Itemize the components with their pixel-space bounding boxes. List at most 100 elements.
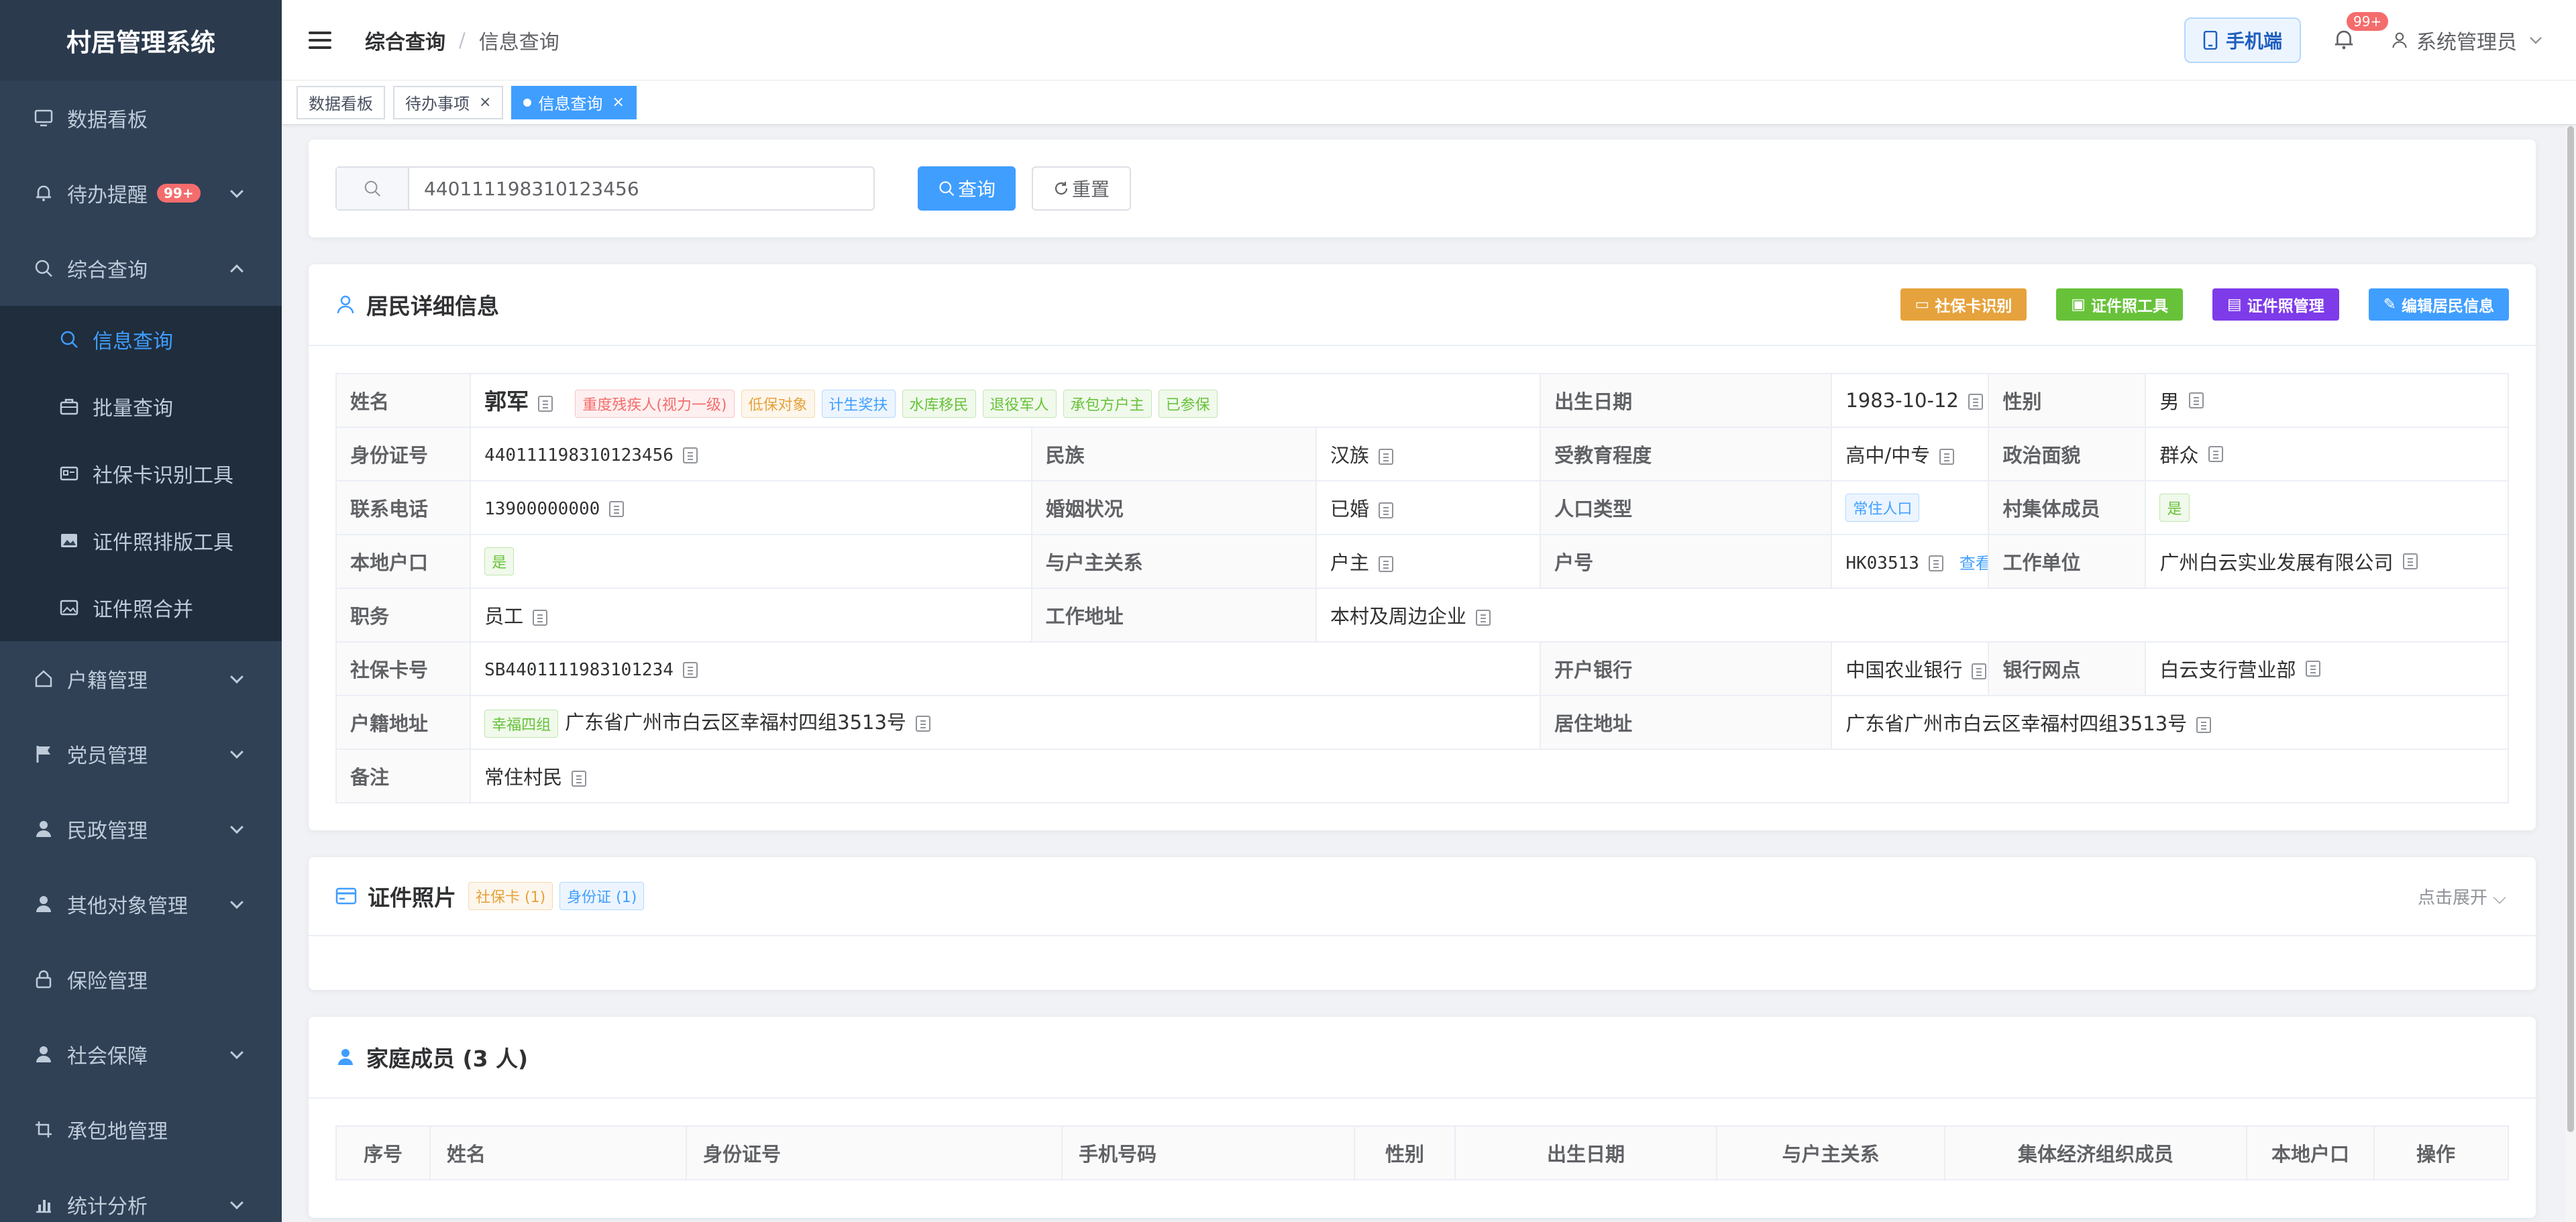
crop-icon	[32, 1118, 55, 1141]
copy-icon[interactable]	[533, 610, 548, 626]
copy-icon[interactable]	[572, 771, 587, 787]
value-employer: 广州白云实业发展有限公司	[2159, 551, 2394, 574]
label-birth: 出生日期	[1540, 373, 1833, 428]
mobile-button[interactable]: 手机端	[2184, 17, 2301, 63]
sidebar-item-sscard-tool[interactable]: 社保卡识别工具	[0, 440, 282, 507]
sidebar-item-todo[interactable]: 待办提醒 99+	[0, 156, 282, 231]
label-regaddr: 户籍地址	[335, 695, 472, 750]
sidebar-item-photo-merge[interactable]: 证件照合并	[0, 574, 282, 641]
edit-icon: ✎	[2383, 296, 2396, 313]
column-header: 与户主关系	[1717, 1127, 1945, 1179]
query-button[interactable]: 查询	[918, 166, 1016, 211]
phone-icon	[2203, 31, 2218, 50]
sidebar-item-insurance[interactable]: 保险管理	[0, 942, 282, 1017]
tag-reservoir-migrant: 水库移民	[902, 389, 976, 418]
value-edu-cell: 高中/中专	[1831, 427, 1990, 482]
value-relation-cell: 户主	[1315, 534, 1542, 589]
user-menu[interactable]: 系统管理员	[2391, 25, 2542, 55]
chevron-down-icon	[2529, 36, 2542, 45]
copy-icon[interactable]	[2196, 717, 2212, 733]
sidebar-item-photo-layout[interactable]: 证件照排版工具	[0, 507, 282, 574]
chevron-up-icon	[230, 264, 244, 278]
sidebar-item-household[interactable]: 户籍管理	[0, 641, 282, 716]
hamburger-icon[interactable]	[309, 31, 331, 49]
sidebar-item-label: 信息查询	[93, 330, 173, 353]
close-icon[interactable]: ×	[612, 94, 624, 111]
value-phone: 13900000000	[484, 499, 600, 519]
value-marital: 已婚	[1330, 498, 1369, 520]
user-icon	[32, 893, 55, 915]
copy-icon[interactable]	[1939, 449, 1955, 465]
gender-cell: 性别男	[1988, 373, 2509, 428]
search-input[interactable]: 440111198310123456	[335, 166, 875, 211]
resident-info: 姓名 郭军 重度残疾人(视力一级) 低保对象 计生奖扶 水库移民 退役军人 承包方户主 已参…	[309, 346, 2536, 830]
close-icon[interactable]: ×	[479, 94, 491, 111]
resident-card-title: 居民详细信息	[366, 293, 499, 319]
political-cell: 政治面貌 群众	[1988, 427, 2509, 482]
tag-veteran: 退役军人	[982, 389, 1057, 418]
value-political: 群众	[2159, 444, 2199, 467]
vertical-scrollbar[interactable]	[2565, 126, 2576, 1222]
household-detail-link[interactable]: 查看户详情	[1960, 554, 1988, 573]
sscard-recognize-button[interactable]: ▭ 社保卡识别	[1900, 288, 2027, 321]
value-collective-cell: 是	[2146, 482, 2196, 533]
chevron-down-icon	[230, 820, 244, 834]
sidebar-item-land[interactable]: 承包地管理	[0, 1092, 282, 1167]
label-household: 户号	[1540, 534, 1833, 589]
copy-icon[interactable]	[1475, 610, 1491, 626]
copy-icon[interactable]	[1968, 394, 1983, 410]
value-resaddr: 广东省广州市白云区幸福村四组3513号	[1845, 712, 2188, 735]
sidebar-item-stats[interactable]: 统计分析	[0, 1167, 282, 1222]
user-icon	[32, 818, 55, 840]
copy-icon[interactable]	[2305, 661, 2320, 677]
search-input-value[interactable]: 440111198310123456	[409, 168, 873, 209]
copy-icon[interactable]	[1972, 663, 1987, 679]
sidebar-item-others[interactable]: 其他对象管理	[0, 867, 282, 942]
copy-icon[interactable]	[2402, 553, 2418, 569]
tab-dashboard[interactable]: 数据看板	[297, 85, 385, 119]
sidebar-item-dashboard[interactable]: 数据看板	[0, 80, 282, 156]
employer-cell: 工作单位 广州白云实业发展有限公司	[1988, 534, 2509, 589]
copy-icon[interactable]	[1378, 556, 1393, 572]
value-employer-cell: 广州白云实业发展有限公司	[2146, 536, 2418, 587]
bell-icon	[32, 182, 55, 205]
photo-manage-button[interactable]: ▤ 证件照管理	[2212, 288, 2339, 321]
copy-icon[interactable]	[538, 395, 553, 412]
picture-icon	[58, 596, 80, 619]
tab-todo[interactable]: 待办事项 ×	[393, 85, 504, 119]
user-icon	[335, 294, 356, 315]
scrollbar-thumb[interactable]	[2567, 126, 2574, 1132]
copy-icon[interactable]	[682, 447, 698, 463]
breadcrumb-parent[interactable]: 综合查询	[365, 25, 445, 55]
family-card-title: 家庭成员 (3 人)	[366, 1046, 529, 1072]
copy-icon[interactable]	[2188, 392, 2204, 408]
copy-icon[interactable]	[915, 716, 930, 732]
copy-icon[interactable]	[682, 662, 698, 678]
copy-icon[interactable]	[1378, 449, 1393, 465]
briefcase-icon: ▤	[2226, 296, 2242, 313]
tab-info-query[interactable]: 信息查询 ×	[511, 85, 637, 119]
sidebar-item-civil[interactable]: 民政管理	[0, 791, 282, 867]
edit-resident-button[interactable]: ✎ 编辑居民信息	[2368, 288, 2509, 321]
copy-icon[interactable]	[609, 501, 625, 517]
notification-bell[interactable]: 99+	[2332, 12, 2389, 54]
tab-label: 数据看板	[309, 95, 373, 113]
photo-tool-button[interactable]: ▣ 证件照工具	[2056, 288, 2183, 321]
sidebar-item-query[interactable]: 综合查询	[0, 231, 282, 306]
reset-button[interactable]: 重置	[1032, 166, 1132, 211]
copy-icon[interactable]	[1378, 502, 1393, 518]
sidebar-item-party[interactable]: 党员管理	[0, 716, 282, 791]
sidebar-item-label: 数据看板	[67, 109, 148, 132]
sidebar-item-social-security[interactable]: 社会保障	[0, 1017, 282, 1092]
chevron-down-icon	[230, 1196, 244, 1210]
copy-icon[interactable]	[2208, 446, 2223, 462]
copy-icon[interactable]	[1928, 555, 1943, 571]
user-icon	[2391, 31, 2408, 50]
app-title: 村居管理系统	[0, 0, 282, 80]
certificate-card-header[interactable]: 证件照片 社保卡 (1) 身份证 (1) 点击展开 ⌵	[309, 857, 2536, 936]
query-button-label: 查询	[958, 178, 996, 201]
expand-toggle[interactable]: 点击展开 ⌵	[2418, 884, 2506, 909]
tag-idcard-count: 身份证 (1)	[559, 882, 645, 910]
sidebar-item-info-query[interactable]: 信息查询	[0, 306, 282, 373]
sidebar-item-batch-query[interactable]: 批量查询	[0, 373, 282, 440]
